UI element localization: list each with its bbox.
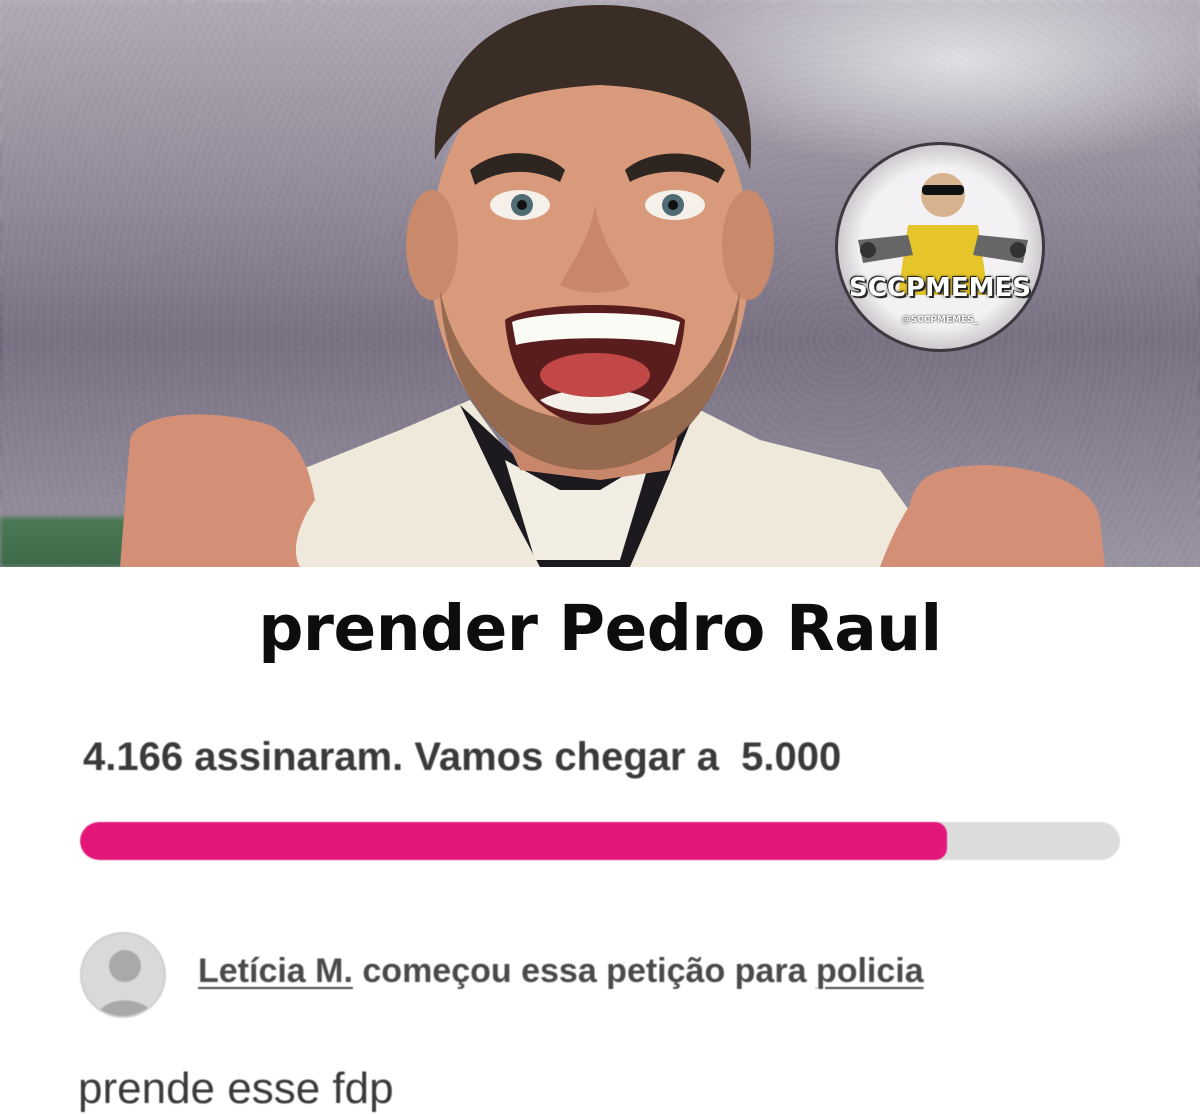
signature-progress-bar xyxy=(80,822,1120,860)
starter-name-link[interactable]: Letícia M. xyxy=(198,952,353,990)
player-photo: SCCPMEMES @SCCPMEMES_ xyxy=(0,0,1200,567)
petition-starter-line: Letícia M. começou essa petição para pol… xyxy=(198,952,924,991)
starter-middle-text: começou essa petição para xyxy=(362,952,807,990)
watermark-title: SCCPMEMES xyxy=(849,273,1031,303)
signature-progress-fill xyxy=(80,822,947,860)
signatures-count-text: 4.166 assinaram. Vamos chegar a 5.000 xyxy=(83,735,842,779)
petition-target-link[interactable]: policia xyxy=(816,952,924,990)
sccpmemes-watermark-logo: SCCPMEMES @SCCPMEMES_ xyxy=(835,142,1045,352)
watermark-handle: @SCCPMEMES_ xyxy=(901,315,979,325)
meme-caption: prender Pedro Raul xyxy=(258,592,942,665)
default-user-avatar-icon xyxy=(97,950,153,1016)
petition-body-text: prende esse fdp xyxy=(78,1064,394,1113)
petition-starter-avatar[interactable] xyxy=(80,932,166,1018)
